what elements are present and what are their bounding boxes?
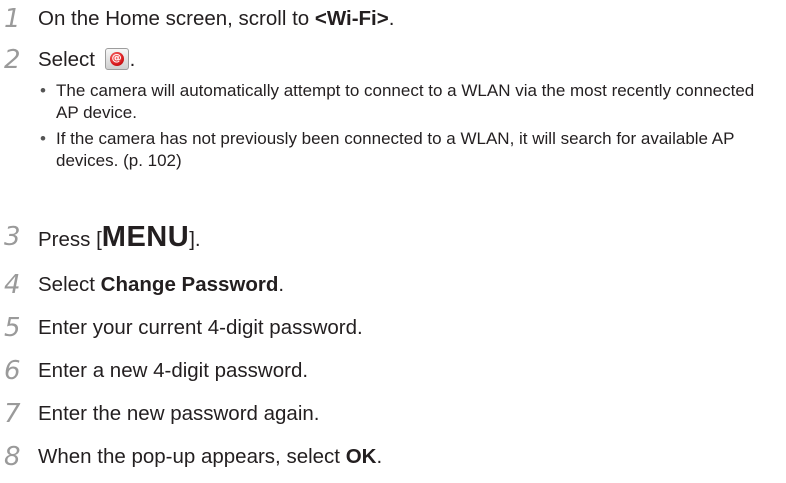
step-text: Enter a new 4-digit password. bbox=[38, 359, 309, 382]
step-number: 3 bbox=[4, 222, 21, 252]
step-number: 2 bbox=[4, 45, 21, 75]
step-number: 8 bbox=[4, 442, 21, 472]
at-symbol-icon: @ bbox=[109, 51, 124, 66]
step-text-plain: Press [ bbox=[38, 228, 102, 251]
step-text: When the pop-up appears, select OK. bbox=[38, 440, 382, 474]
step-number: 1 bbox=[4, 4, 21, 34]
step-7: 7 Enter the new password again. bbox=[0, 397, 786, 431]
wifi-menu-label: <Wi-Fi> bbox=[314, 7, 389, 30]
step-number: 7 bbox=[4, 399, 21, 429]
step-5: 5 Enter your current 4-digit password. bbox=[0, 311, 786, 345]
step-text: Press [MENU]. bbox=[38, 220, 201, 257]
note-item: • The camera will automatically attempt t… bbox=[38, 80, 778, 124]
ok-label: OK bbox=[345, 445, 377, 468]
step-text-plain: When the pop-up appears, select bbox=[38, 445, 346, 468]
step-text: On the Home screen, scroll to <Wi-Fi>. bbox=[38, 2, 394, 36]
step-6: 6 Enter a new 4-digit password. bbox=[0, 354, 786, 388]
step-text: Enter your current 4-digit password. bbox=[38, 316, 363, 339]
step-text-punct: . bbox=[278, 273, 285, 296]
step-number: 5 bbox=[4, 313, 21, 343]
step-4: 4 Select Change Password. bbox=[0, 268, 786, 302]
step-text: Select Change Password. bbox=[38, 268, 284, 302]
step-number: 6 bbox=[4, 356, 21, 386]
step-number: 4 bbox=[4, 270, 21, 300]
step-text: Enter the new password again. bbox=[38, 402, 320, 425]
step-2-notes: • The camera will automatically attempt t… bbox=[38, 80, 778, 172]
bullet-icon: • bbox=[40, 81, 46, 100]
step-3: 3 Press [MENU]. bbox=[0, 220, 786, 254]
step-2: 2 Select @. bbox=[0, 43, 786, 77]
change-password-label: Change Password bbox=[100, 273, 279, 296]
step-text-plain: On the Home screen, scroll to bbox=[38, 7, 315, 30]
step-8: 8 When the pop-up appears, select OK. bbox=[0, 440, 786, 474]
step-text-plain: Select bbox=[38, 273, 101, 296]
wifi-app-icon: @ bbox=[104, 47, 129, 70]
step-text-punct: . bbox=[129, 48, 136, 71]
note-item: • If the camera has not previously been c… bbox=[38, 128, 778, 172]
bullet-icon: • bbox=[40, 129, 46, 148]
menu-button-label: MENU bbox=[101, 221, 190, 253]
step-text-punct: . bbox=[376, 445, 383, 468]
step-text-punct: . bbox=[388, 7, 395, 30]
note-text: The camera will automatically attempt to… bbox=[56, 81, 755, 122]
step-text-plain: Select bbox=[38, 48, 101, 71]
note-text: If the camera has not previously been co… bbox=[56, 129, 735, 170]
step-text-punct: ]. bbox=[189, 228, 201, 251]
step-text: Select @. bbox=[38, 43, 135, 77]
step-1: 1 On the Home screen, scroll to <Wi-Fi>. bbox=[0, 2, 786, 36]
